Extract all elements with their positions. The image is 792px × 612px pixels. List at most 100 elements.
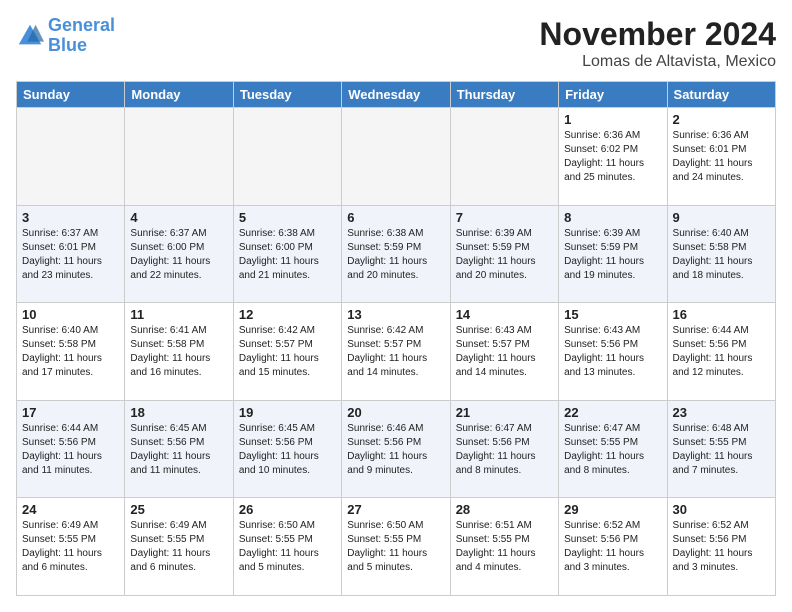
day-info: Sunrise: 6:38 AMSunset: 6:00 PMDaylight:… [239,227,336,283]
day-number: 27 [347,502,444,517]
col-header-tuesday: Tuesday [233,82,341,108]
calendar-cell [342,108,450,206]
calendar-cell: 17Sunrise: 6:44 AMSunset: 5:56 PMDayligh… [17,400,125,498]
calendar-cell: 18 Sunrise: 6:45 AMSunset: 5:56 PMDayligh… [125,400,233,498]
day-info: Sunrise: 6:52 AMSunset: 5:56 PMDaylight:… [564,519,661,575]
day-number: 12 [239,307,336,322]
day-info: Sunrise: 6:48 AMSunset: 5:55 PMDaylight:… [673,422,770,478]
calendar-cell: 6 Sunrise: 6:38 AMSunset: 5:59 PMDaylight… [342,205,450,303]
day-info: Sunrise: 6:44 AMSunset: 5:56 PMDaylight:… [673,324,770,380]
day-info: Sunrise: 6:38 AMSunset: 5:59 PMDaylight:… [347,227,444,283]
calendar-cell: 8 Sunrise: 6:39 AMSunset: 5:59 PMDaylight… [559,205,667,303]
calendar-week-row: 3Sunrise: 6:37 AMSunset: 6:01 PMDaylight… [17,205,776,303]
logo-line2: Blue [48,35,87,55]
day-number: 4 [130,210,227,225]
calendar-cell: 16 Sunrise: 6:44 AMSunset: 5:56 PMDayligh… [667,303,775,401]
day-info: Sunrise: 6:40 AMSunset: 5:58 PMDaylight:… [22,324,119,380]
calendar-cell: 1Sunrise: 6:36 AMSunset: 6:02 PMDaylight… [559,108,667,206]
day-number: 20 [347,405,444,420]
day-number: 6 [347,210,444,225]
calendar-cell [125,108,233,206]
col-header-wednesday: Wednesday [342,82,450,108]
day-info: Sunrise: 6:39 AMSunset: 5:59 PMDaylight:… [564,227,661,283]
day-number: 15 [564,307,661,322]
calendar-cell: 25Sunrise: 6:49 AMSunset: 5:55 PMDayligh… [125,498,233,596]
day-number: 13 [347,307,444,322]
calendar-cell: 23 Sunrise: 6:48 AMSunset: 5:55 PMDayligh… [667,400,775,498]
day-info: Sunrise: 6:37 AMSunset: 6:00 PMDaylight:… [130,227,227,283]
calendar-subtitle: Lomas de Altavista, Mexico [539,53,776,71]
day-number: 16 [673,307,770,322]
calendar-title: November 2024 [539,16,776,53]
col-header-friday: Friday [559,82,667,108]
calendar-cell [17,108,125,206]
calendar-cell: 5 Sunrise: 6:38 AMSunset: 6:00 PMDaylight… [233,205,341,303]
calendar-cell: 24 Sunrise: 6:49 AMSunset: 5:55 PMDayligh… [17,498,125,596]
logo: General Blue [16,16,115,56]
calendar-cell: 30Sunrise: 6:52 AMSunset: 5:56 PMDayligh… [667,498,775,596]
day-number: 14 [456,307,553,322]
day-number: 29 [564,502,661,517]
calendar-week-row: 10 Sunrise: 6:40 AMSunset: 5:58 PMDayligh… [17,303,776,401]
calendar-header-row: SundayMondayTuesdayWednesdayThursdayFrid… [17,82,776,108]
day-number: 18 [130,405,227,420]
day-info: Sunrise: 6:42 AMSunset: 5:57 PMDaylight:… [347,324,444,380]
day-info: Sunrise: 6:52 AMSunset: 5:56 PMDaylight:… [673,519,770,575]
title-block: November 2024 Lomas de Altavista, Mexico [539,16,776,71]
calendar-cell: 13 Sunrise: 6:42 AMSunset: 5:57 PMDayligh… [342,303,450,401]
logo-text: General Blue [48,16,115,56]
day-info: Sunrise: 6:36 AMSunset: 6:02 PMDaylight:… [564,129,661,185]
calendar-cell: 3Sunrise: 6:37 AMSunset: 6:01 PMDaylight… [17,205,125,303]
logo-icon [16,22,44,50]
day-info: Sunrise: 6:50 AMSunset: 5:55 PMDaylight:… [347,519,444,575]
day-number: 10 [22,307,119,322]
day-info: Sunrise: 6:50 AMSunset: 5:55 PMDaylight:… [239,519,336,575]
header: General Blue November 2024 Lomas de Alta… [16,16,776,71]
day-info: Sunrise: 6:47 AMSunset: 5:55 PMDaylight:… [564,422,661,478]
day-number: 19 [239,405,336,420]
day-number: 2 [673,112,770,127]
calendar-cell: 19Sunrise: 6:45 AMSunset: 5:56 PMDayligh… [233,400,341,498]
calendar-cell: 2 Sunrise: 6:36 AMSunset: 6:01 PMDaylight… [667,108,775,206]
day-number: 28 [456,502,553,517]
calendar-cell: 27 Sunrise: 6:50 AMSunset: 5:55 PMDayligh… [342,498,450,596]
day-number: 9 [673,210,770,225]
day-info: Sunrise: 6:42 AMSunset: 5:57 PMDaylight:… [239,324,336,380]
day-info: Sunrise: 6:45 AMSunset: 5:56 PMDaylight:… [130,422,227,478]
day-info: Sunrise: 6:39 AMSunset: 5:59 PMDaylight:… [456,227,553,283]
day-number: 23 [673,405,770,420]
logo-line1: General [48,15,115,35]
day-number: 24 [22,502,119,517]
day-number: 7 [456,210,553,225]
calendar-cell: 11 Sunrise: 6:41 AMSunset: 5:58 PMDayligh… [125,303,233,401]
day-info: Sunrise: 6:40 AMSunset: 5:58 PMDaylight:… [673,227,770,283]
calendar-cell: 7 Sunrise: 6:39 AMSunset: 5:59 PMDaylight… [450,205,558,303]
col-header-thursday: Thursday [450,82,558,108]
calendar-cell: 21 Sunrise: 6:47 AMSunset: 5:56 PMDayligh… [450,400,558,498]
calendar-week-row: 24 Sunrise: 6:49 AMSunset: 5:55 PMDayligh… [17,498,776,596]
day-number: 5 [239,210,336,225]
calendar-cell: 26 Sunrise: 6:50 AMSunset: 5:55 PMDayligh… [233,498,341,596]
day-info: Sunrise: 6:36 AMSunset: 6:01 PMDaylight:… [673,129,770,185]
day-info: Sunrise: 6:41 AMSunset: 5:58 PMDaylight:… [130,324,227,380]
day-info: Sunrise: 6:46 AMSunset: 5:56 PMDaylight:… [347,422,444,478]
day-info: Sunrise: 6:47 AMSunset: 5:56 PMDaylight:… [456,422,553,478]
day-number: 17 [22,405,119,420]
calendar-week-row: 1Sunrise: 6:36 AMSunset: 6:02 PMDaylight… [17,108,776,206]
day-number: 21 [456,405,553,420]
calendar-cell [450,108,558,206]
calendar-cell: 15 Sunrise: 6:43 AMSunset: 5:56 PMDayligh… [559,303,667,401]
day-info: Sunrise: 6:43 AMSunset: 5:56 PMDaylight:… [564,324,661,380]
day-number: 11 [130,307,227,322]
day-info: Sunrise: 6:49 AMSunset: 5:55 PMDaylight:… [22,519,119,575]
day-number: 8 [564,210,661,225]
calendar-cell: 10 Sunrise: 6:40 AMSunset: 5:58 PMDayligh… [17,303,125,401]
calendar-cell: 12 Sunrise: 6:42 AMSunset: 5:57 PMDayligh… [233,303,341,401]
calendar-cell: 9 Sunrise: 6:40 AMSunset: 5:58 PMDaylight… [667,205,775,303]
day-number: 3 [22,210,119,225]
day-number: 26 [239,502,336,517]
day-number: 25 [130,502,227,517]
calendar-cell: 20 Sunrise: 6:46 AMSunset: 5:56 PMDayligh… [342,400,450,498]
day-info: Sunrise: 6:51 AMSunset: 5:55 PMDaylight:… [456,519,553,575]
calendar-table: SundayMondayTuesdayWednesdayThursdayFrid… [16,81,776,596]
